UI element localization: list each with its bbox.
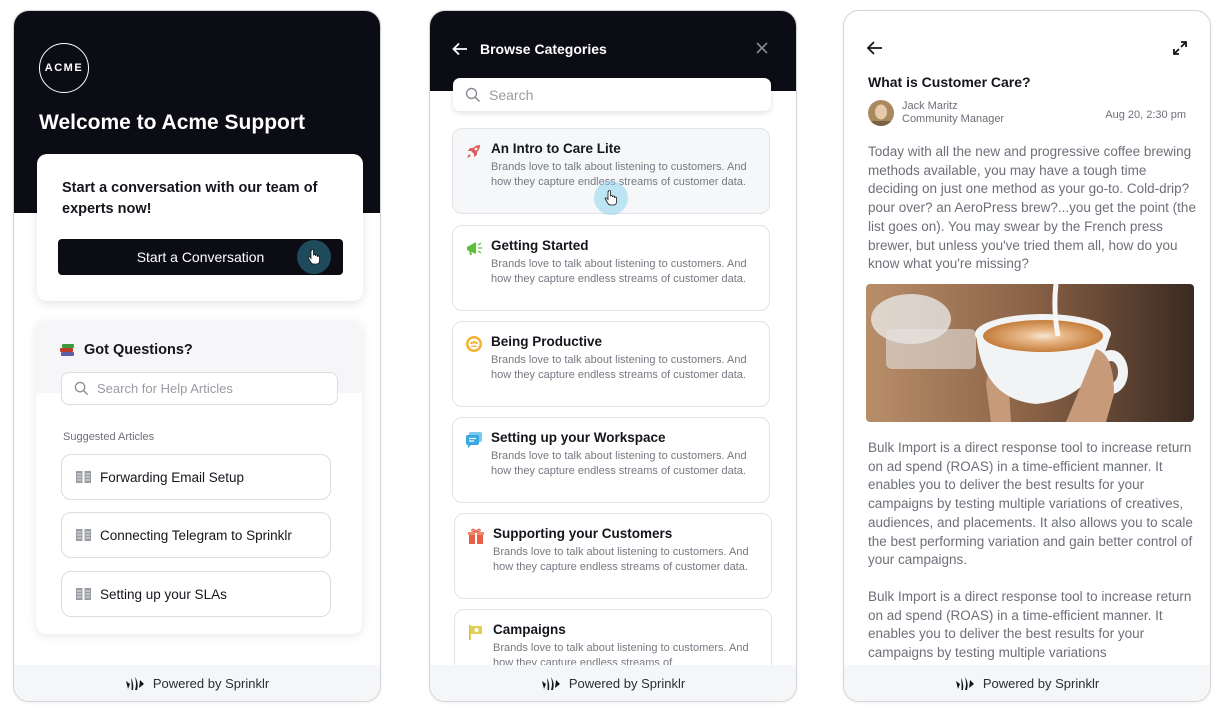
article-paragraph: Today with all the new and progressive c…	[868, 144, 1196, 272]
author-role: Community Manager	[902, 113, 1005, 125]
article-item[interactable]: Forwarding Email Setup	[61, 454, 331, 500]
megaphone-icon	[467, 242, 482, 255]
article-label: Forwarding Email Setup	[100, 469, 245, 485]
expand-icon[interactable]	[1172, 40, 1188, 56]
article-title: What is Customer Care?	[868, 74, 1031, 90]
article-item[interactable]: Connecting Telegram to Sprinklr	[61, 512, 331, 558]
article-image	[866, 284, 1194, 422]
category-item[interactable]: Getting Started Brands love to talk abou…	[452, 225, 770, 311]
gift-icon	[468, 528, 484, 544]
suggested-articles-label: Suggested Articles	[63, 431, 155, 443]
powered-by-footer: Powered by Sprinklr	[430, 665, 796, 701]
article-label: Connecting Telegram to Sprinklr	[100, 527, 292, 543]
category-item[interactable]: Setting up your Workspace Brands love to…	[452, 417, 770, 503]
sprinklr-logo-icon	[541, 677, 560, 690]
logo-text: ACME	[44, 62, 84, 74]
article-icon	[76, 471, 91, 483]
powered-by-footer: Powered by Sprinklr	[844, 665, 1210, 701]
category-title: Getting Started	[491, 238, 589, 253]
category-title: Being Productive	[491, 334, 603, 349]
flag-icon	[469, 625, 482, 640]
category-description: Brands love to talk about listening to c…	[491, 258, 747, 285]
pointer-cursor-icon	[594, 181, 628, 215]
powered-by-footer: Powered by Sprinklr	[14, 665, 380, 701]
category-title: Supporting your Customers	[493, 526, 673, 541]
help-search-placeholder: Search for Help Articles	[97, 381, 233, 396]
article-icon	[76, 588, 91, 600]
got-questions-card: Got Questions? Search for Help Articles …	[36, 321, 362, 634]
article-label: Setting up your SLAs	[100, 586, 227, 602]
powered-by-text: Powered by Sprinklr	[982, 675, 1100, 691]
category-description: Brands love to talk about listening to c…	[493, 546, 749, 573]
back-arrow-icon[interactable]	[452, 42, 468, 56]
search-icon	[465, 87, 481, 102]
pointer-cursor-icon	[297, 240, 331, 274]
author-name: Jack Maritz	[902, 100, 958, 112]
avatar	[868, 100, 894, 126]
article-panel: What is Customer Care? Jack Maritz Commu…	[843, 10, 1211, 702]
close-icon[interactable]	[754, 40, 770, 56]
team-icon	[466, 336, 482, 352]
books-icon	[60, 344, 74, 356]
article-paragraph: Bulk Import is a direct response tool to…	[868, 589, 1192, 661]
acme-logo: ACME	[39, 43, 89, 93]
back-arrow-icon[interactable]	[866, 40, 884, 56]
category-search-input[interactable]: Search	[453, 78, 771, 111]
category-title: Campaigns	[493, 622, 566, 637]
powered-by-text: Powered by Sprinklr	[152, 675, 270, 691]
welcome-panel: ACME Welcome to Acme Support Start a con…	[13, 10, 381, 702]
categories-header-bar: Browse Categories	[452, 41, 607, 57]
help-search-input[interactable]: Search for Help Articles	[61, 372, 338, 405]
sprinklr-logo-icon	[955, 677, 974, 690]
category-description: Brands love to talk about listening to c…	[491, 450, 747, 477]
rocket-icon	[467, 145, 480, 158]
category-title: Setting up your Workspace	[491, 430, 666, 445]
article-item[interactable]: Setting up your SLAs	[61, 571, 331, 617]
category-description: Brands love to talk about listening to c…	[491, 161, 747, 188]
categories-title: Browse Categories	[480, 41, 607, 57]
start-conversation-card: Start a conversation with our team of ex…	[37, 154, 363, 301]
page-title: Welcome to Acme Support	[39, 111, 306, 134]
author-info: Jack Maritz Community Manager	[868, 100, 1004, 126]
start-prompt: Start a conversation with our team of ex…	[62, 180, 318, 217]
category-item[interactable]: Being Productive Brands love to talk abo…	[452, 321, 770, 407]
sprinklr-logo-icon	[125, 677, 144, 690]
questions-title: Got Questions?	[60, 342, 193, 358]
article-date: Aug 20, 2:30 pm	[1105, 109, 1186, 121]
article-icon	[76, 529, 91, 541]
category-description: Brands love to talk about listening to c…	[491, 354, 747, 381]
powered-by-text: Powered by Sprinklr	[568, 675, 686, 691]
category-item[interactable]: Supporting your Customers Brands love to…	[454, 513, 772, 599]
category-search-placeholder: Search	[489, 86, 534, 103]
category-title: An Intro to Care Lite	[491, 141, 621, 156]
article-paragraph: Bulk Import is a direct response tool to…	[868, 440, 1193, 568]
categories-panel: Browse Categories Search An Intro to Car…	[429, 10, 797, 702]
chat-icon	[466, 432, 482, 448]
start-conversation-label: Start a Conversation	[136, 249, 265, 265]
questions-title-text: Got Questions?	[84, 342, 193, 358]
start-conversation-button[interactable]: Start a Conversation	[58, 239, 343, 275]
search-icon	[74, 381, 89, 396]
